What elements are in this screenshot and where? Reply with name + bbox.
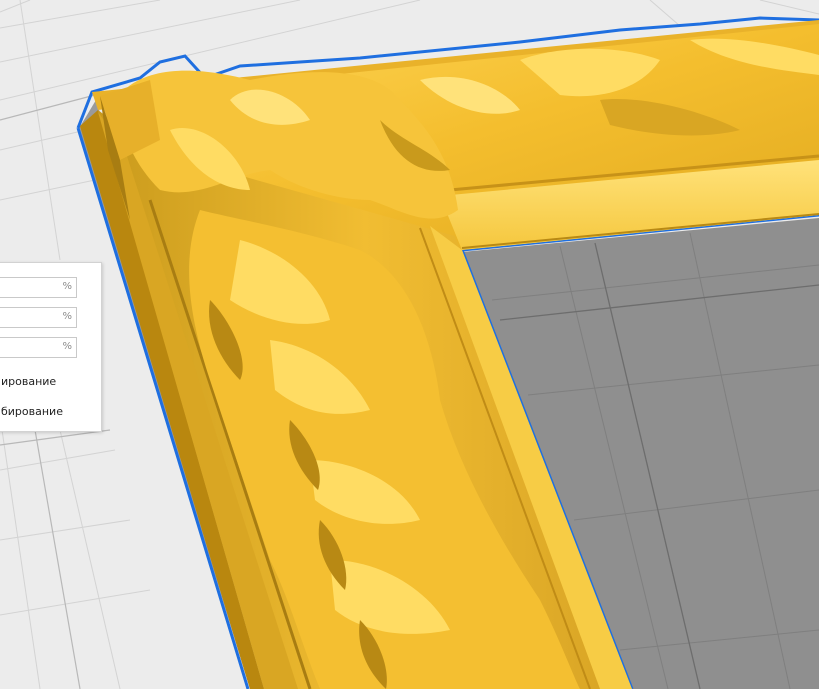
scale-option-1-label[interactable]: ирование xyxy=(1,375,56,388)
scale-x-field[interactable]: % xyxy=(0,277,77,298)
scale-x-input[interactable] xyxy=(0,278,68,297)
scale-y-field[interactable]: % xyxy=(0,307,77,328)
scale-panel: % % % ирование бирование xyxy=(0,262,102,432)
scale-z-input[interactable] xyxy=(0,338,68,357)
scale-option-2-label[interactable]: бирование xyxy=(1,405,63,418)
scale-z-unit: % xyxy=(62,341,72,352)
scale-y-input[interactable] xyxy=(0,308,68,327)
scale-x-unit: % xyxy=(62,281,72,292)
scale-z-field[interactable]: % xyxy=(0,337,77,358)
3d-viewport[interactable] xyxy=(0,0,819,689)
scale-y-unit: % xyxy=(62,311,72,322)
